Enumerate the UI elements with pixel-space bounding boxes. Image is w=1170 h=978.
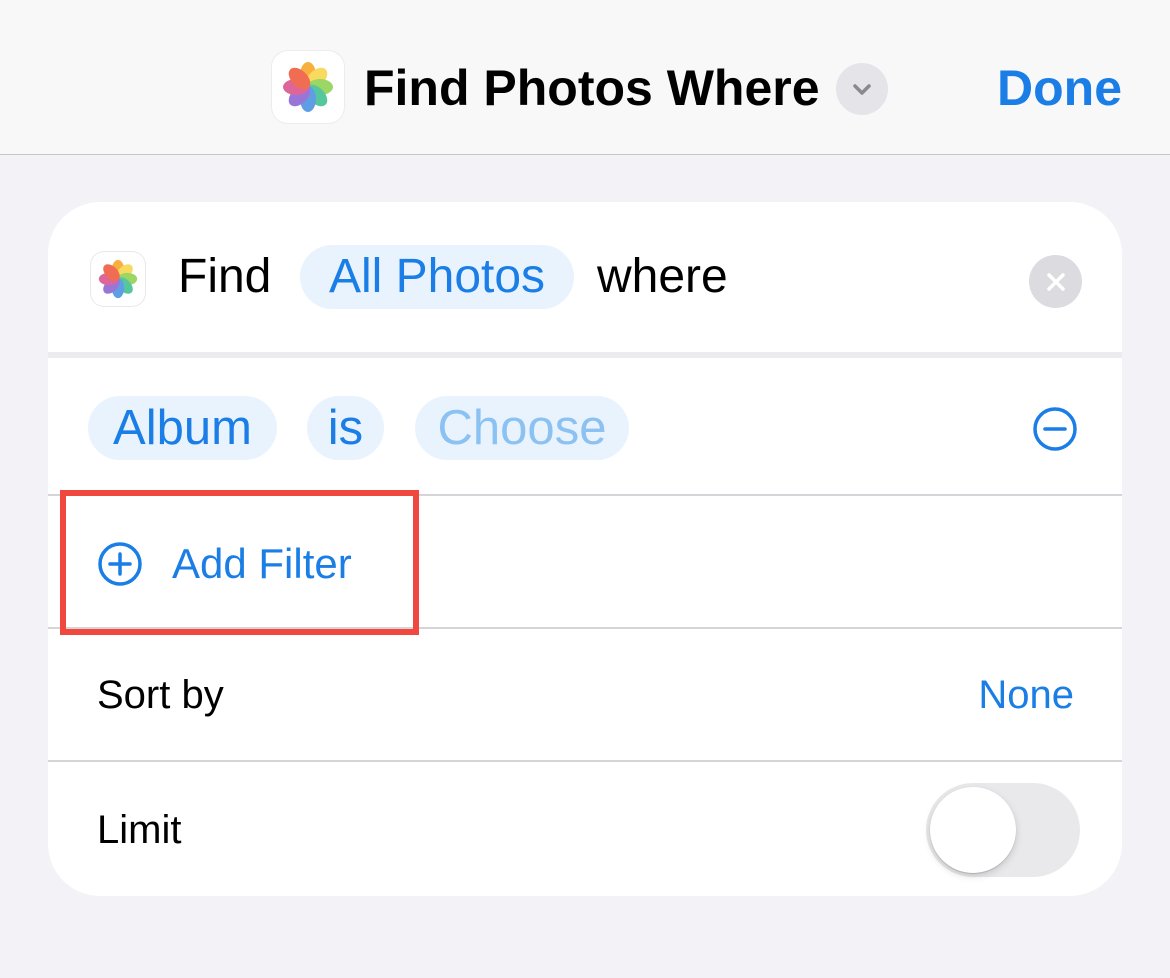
close-icon — [1046, 272, 1065, 291]
toggle-knob — [930, 787, 1016, 873]
photos-flower-icon — [98, 259, 138, 299]
limit-label: Limit — [97, 808, 182, 852]
add-filter-row[interactable]: Add Filter — [48, 495, 1122, 627]
photos-app-icon — [272, 51, 344, 123]
add-filter-button[interactable]: Add Filter — [172, 539, 352, 589]
action-word-where: where — [597, 250, 728, 303]
filter-property-pill[interactable]: Album — [88, 396, 277, 460]
chevron-down-icon — [853, 84, 871, 95]
page-title: Find Photos Where — [364, 60, 820, 116]
limit-row: Limit — [48, 761, 1122, 896]
remove-action-button[interactable] — [1029, 255, 1082, 308]
action-word-find: Find — [178, 250, 272, 303]
action-header: Find All Photos where — [48, 202, 1122, 354]
filter-row: Album is Choose — [48, 358, 1122, 495]
navigation-bar: Find Photos Where Done — [0, 0, 1170, 155]
plus-circle-icon — [98, 542, 142, 586]
limit-toggle[interactable] — [926, 783, 1080, 877]
find-photos-action-card: Find All Photos where Album is Choose Ad… — [48, 202, 1122, 896]
minus-circle-icon[interactable] — [1032, 406, 1078, 452]
photo-source-pill[interactable]: All Photos — [300, 245, 574, 309]
done-button[interactable]: Done — [997, 58, 1122, 118]
sort-value-button[interactable]: None — [978, 670, 1074, 720]
sort-by-label: Sort by — [97, 673, 224, 717]
photos-app-icon — [91, 252, 145, 306]
filter-operator-pill[interactable]: is — [307, 396, 384, 460]
photos-flower-icon — [283, 62, 333, 112]
filter-value-pill[interactable]: Choose — [415, 396, 629, 460]
sort-row: Sort by None — [48, 628, 1122, 760]
title-menu-button[interactable] — [836, 63, 888, 115]
